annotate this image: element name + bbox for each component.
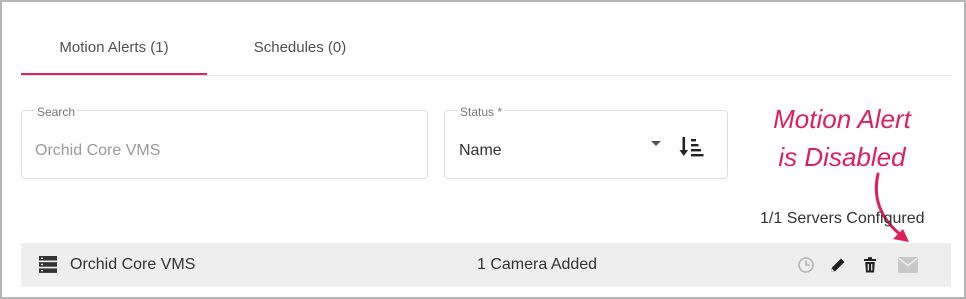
servers-configured-count: 1/1 Servers Configured (760, 210, 925, 227)
pencil-icon[interactable] (829, 256, 847, 274)
status-select[interactable]: Status * Name (444, 106, 728, 179)
tab-schedules-label: Schedules (0) (253, 39, 347, 56)
camera-count: 1 Camera Added (477, 256, 598, 273)
tab-bar: Motion Alerts (1) Schedules (0) (21, 20, 951, 76)
sort-ascending-icon[interactable] (679, 134, 705, 160)
chevron-down-icon[interactable] (651, 141, 661, 146)
disabled-annotation: Motion Alert is Disabled (752, 100, 932, 176)
trash-icon[interactable] (861, 256, 879, 274)
status-selected-value: Name (459, 142, 502, 159)
server-row[interactable]: Orchid Core VMS 1 Camera Added (21, 243, 951, 287)
search-field: Search (21, 106, 428, 179)
search-input[interactable] (35, 139, 395, 163)
search-label: Search (35, 105, 78, 119)
annotation-line-1: Motion Alert (773, 104, 911, 134)
tab-schedules[interactable]: Schedules (0) (207, 20, 393, 75)
motion-alerts-panel: Motion Alerts (1) Schedules (0) Search S… (0, 0, 966, 299)
server-icon (39, 256, 57, 273)
clock-icon[interactable] (797, 256, 815, 274)
tab-motion-alerts[interactable]: Motion Alerts (1) (21, 20, 207, 75)
mail-icon[interactable] (898, 257, 918, 273)
tab-motion-alerts-label: Motion Alerts (1) (59, 39, 169, 56)
server-name: Orchid Core VMS (70, 256, 196, 273)
active-tab-indicator (21, 73, 207, 75)
status-label: Status * (458, 105, 505, 119)
